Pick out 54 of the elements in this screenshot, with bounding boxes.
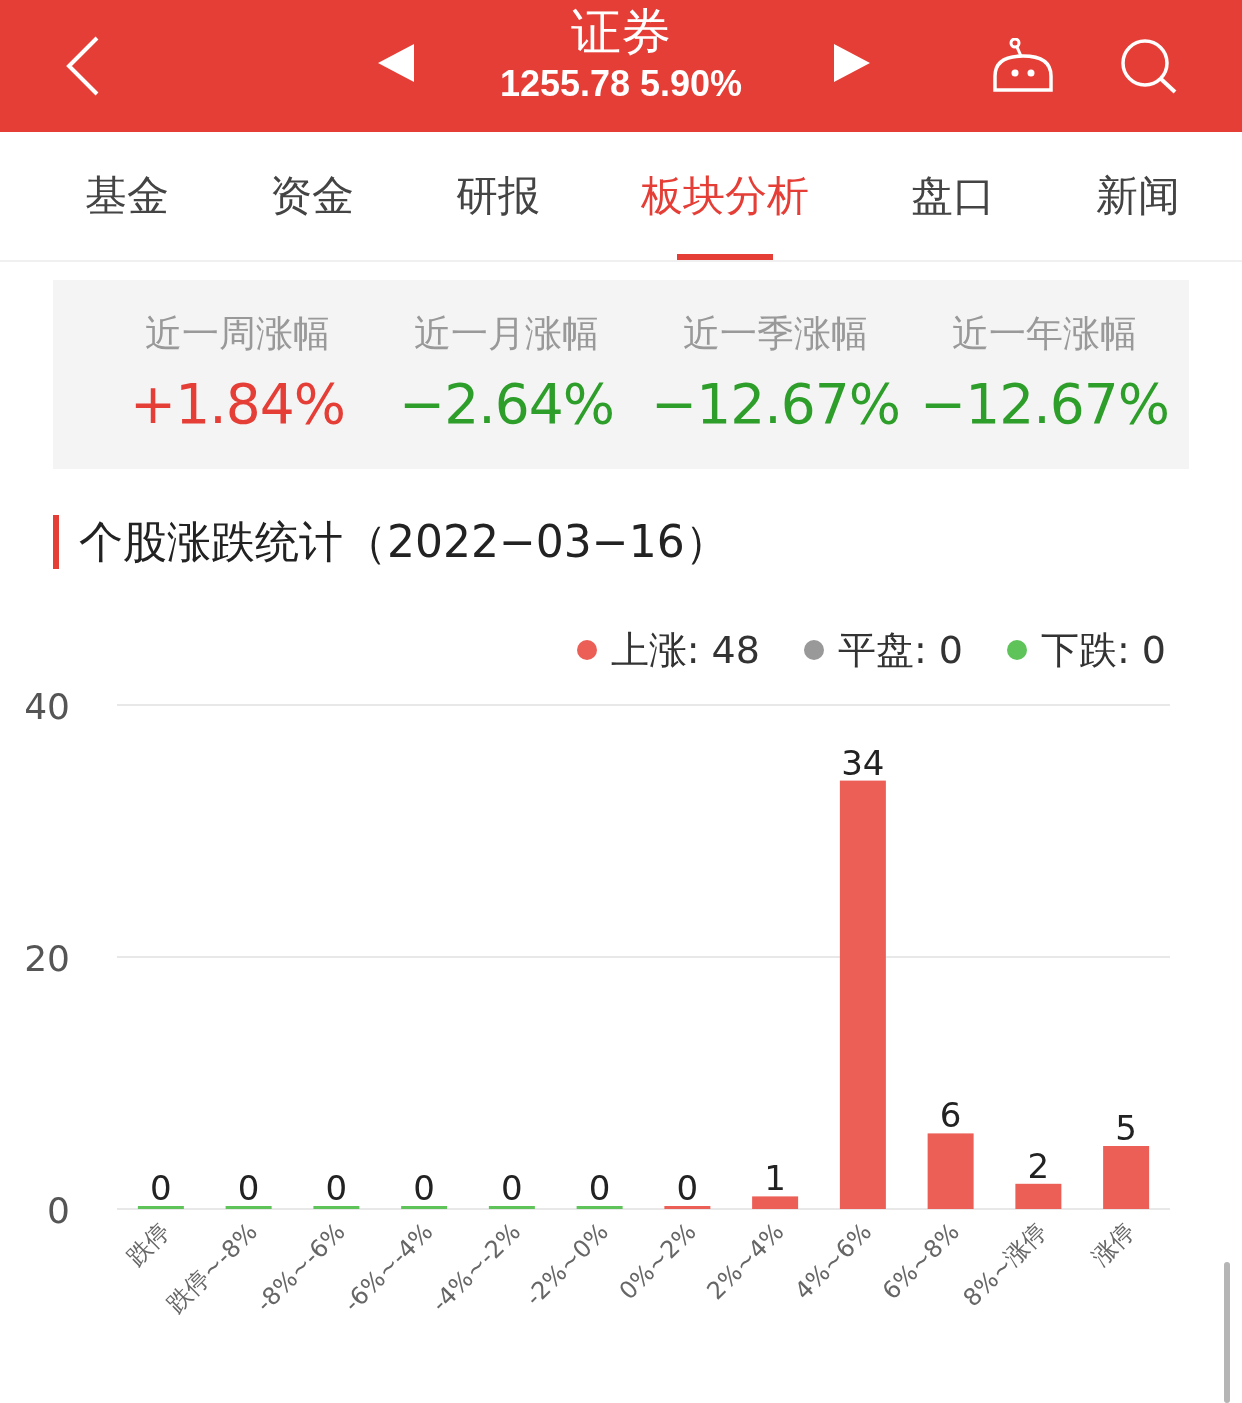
robot-icon[interactable] (992, 38, 1054, 94)
period-change: −12.67% (920, 371, 1169, 438)
bar (137, 1206, 184, 1209)
period-change: −2.64% (399, 371, 614, 438)
tab[interactable]: 研报 (455, 132, 540, 260)
bar (313, 1206, 360, 1209)
period-label: 近一年涨幅 (952, 311, 1137, 357)
bar (225, 1206, 272, 1209)
value-label: 0 (501, 1168, 523, 1208)
accent-bar (53, 515, 59, 569)
bar (1103, 1146, 1150, 1209)
value-label: 1 (764, 1158, 786, 1199)
tab[interactable]: 资金 (270, 132, 355, 260)
tab[interactable]: 新闻 (1095, 132, 1180, 260)
bar (664, 1206, 711, 1209)
legend-label: 平盘: 0 (837, 626, 963, 674)
next-icon[interactable] (834, 44, 870, 82)
y-axis-label: 0 (47, 1190, 70, 1231)
bar (1015, 1183, 1062, 1209)
value-label: 5 (1115, 1108, 1137, 1148)
value-label: 0 (588, 1168, 611, 1208)
value-label: 0 (150, 1168, 172, 1208)
period-change: +1.84% (130, 371, 345, 438)
value-label: 0 (413, 1168, 435, 1208)
value-label: 34 (841, 742, 885, 783)
value-label: 2 (1027, 1145, 1050, 1186)
value-label: 0 (237, 1168, 260, 1208)
period-label: 近一季涨幅 (683, 311, 868, 357)
index-quote: 1255.78 5.90% (499, 62, 743, 106)
legend-label: 下跌: 0 (1040, 626, 1166, 674)
header-title: 证券 (571, 2, 671, 62)
tab[interactable]: 板块分析 (641, 132, 810, 260)
period-label: 近一周涨幅 (145, 311, 330, 357)
section-title: 个股涨跌统计（2022−03−16） (79, 514, 729, 569)
bar (401, 1206, 448, 1209)
x-axis-label: 涨停 (1086, 1217, 1141, 1272)
value-label: 6 (939, 1095, 962, 1136)
back-icon[interactable] (66, 36, 100, 96)
search-icon[interactable] (1120, 38, 1178, 94)
bar (752, 1196, 799, 1209)
legend-label: 上涨: 48 (610, 626, 760, 674)
x-axis-label: 跌停 (121, 1217, 176, 1272)
previous-icon[interactable] (378, 44, 414, 82)
bar (576, 1206, 623, 1209)
bar (488, 1206, 535, 1209)
period-label: 近一月涨幅 (414, 311, 599, 357)
value-label: 0 (676, 1168, 699, 1208)
tab[interactable]: 基金 (85, 132, 169, 260)
period-change: −12.67% (651, 371, 900, 438)
tab[interactable]: 盘口 (910, 132, 995, 260)
scrollbar[interactable] (1224, 1262, 1230, 1403)
y-axis-label: 40 (24, 686, 70, 727)
value-label: 0 (325, 1168, 348, 1208)
y-axis-label: 20 (24, 938, 70, 979)
